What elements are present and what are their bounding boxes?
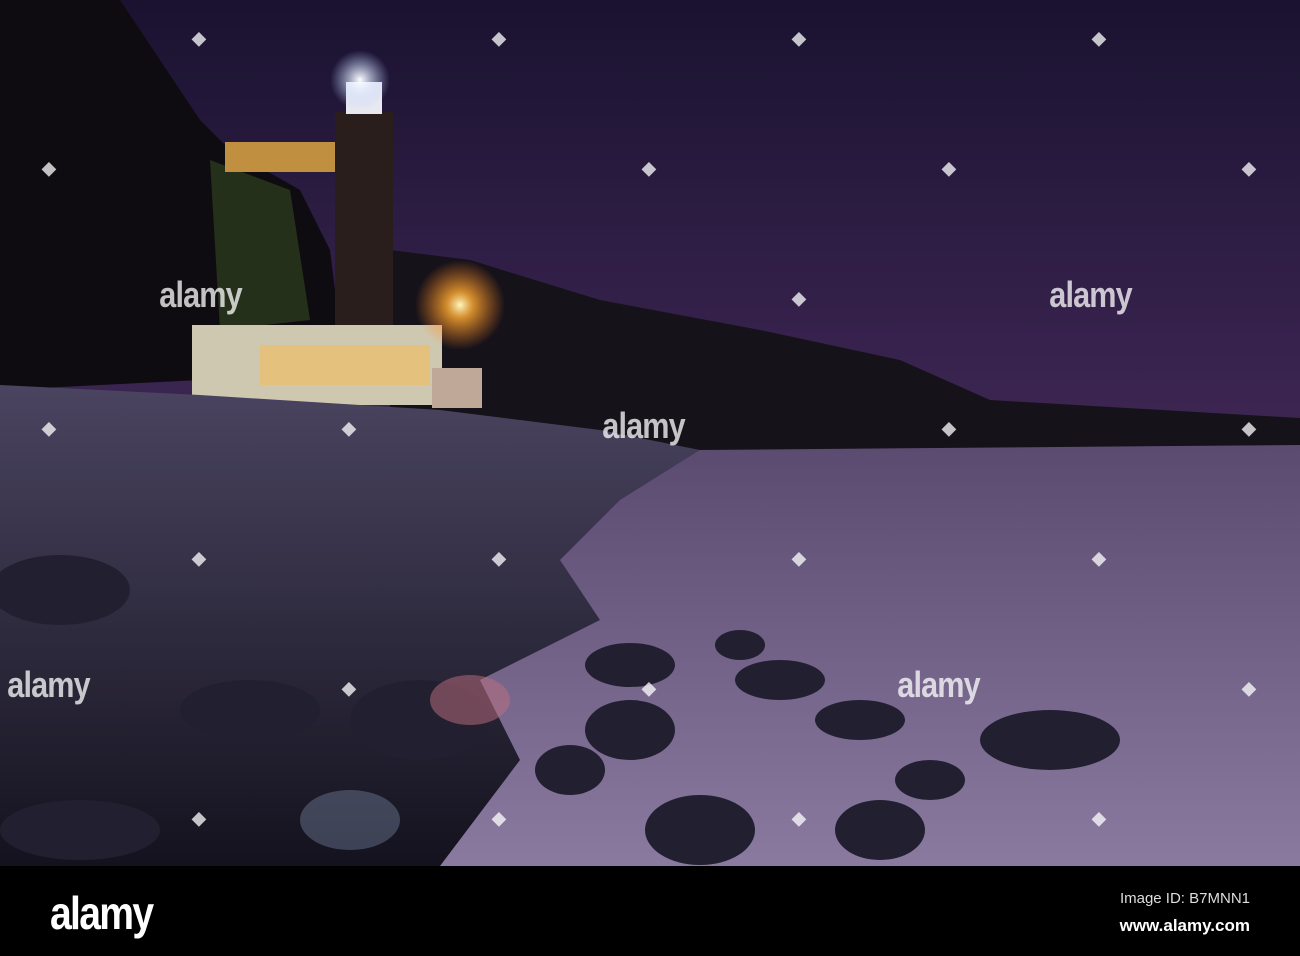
watermark-diamond: ◆ xyxy=(1092,28,1106,48)
footer-bar: alamy Image ID: B7MNN1 www.alamy.com xyxy=(0,866,1300,956)
watermark-diamond: ◆ xyxy=(492,548,506,568)
watermark-diamond: ◆ xyxy=(1092,548,1106,568)
watermark-diamond: ◆ xyxy=(42,418,56,438)
watermark-diamond: ◆ xyxy=(942,418,956,438)
watermark-diamond: ◆ xyxy=(642,678,656,698)
watermark-diamond: ◆ xyxy=(492,28,506,48)
watermark-diamond: ◆ xyxy=(792,28,806,48)
watermark-diamond: ◆ xyxy=(192,28,206,48)
watermark-diamond: ◆ xyxy=(1242,418,1256,438)
watermark: alamy xyxy=(897,664,980,705)
watermark: alamy xyxy=(602,405,685,446)
watermark-diamond: ◆ xyxy=(492,808,506,828)
stock-photo: alamy alamy alamy alamy alamy ◆ ◆ ◆ ◆ ◆ … xyxy=(0,0,1300,956)
watermark-diamond: ◆ xyxy=(1092,808,1106,828)
watermark-diamond: ◆ xyxy=(792,548,806,568)
alamy-logo: alamy xyxy=(50,887,154,939)
watermark-diamond: ◆ xyxy=(942,158,956,178)
watermark-diamond: ◆ xyxy=(792,288,806,308)
image-id: Image ID: B7MNN1 xyxy=(1119,890,1250,907)
watermark-diamond: ◆ xyxy=(792,808,806,828)
watermark-diamond: ◆ xyxy=(342,418,356,438)
watermark-diamond: ◆ xyxy=(342,678,356,698)
watermark: alamy xyxy=(7,664,90,705)
watermark: alamy xyxy=(1049,274,1132,315)
site-url: www.alamy.com xyxy=(1119,916,1250,935)
watermark-diamond: ◆ xyxy=(42,158,56,178)
watermark: alamy xyxy=(159,274,242,315)
watermark-diamond: ◆ xyxy=(192,548,206,568)
watermark-diamond: ◆ xyxy=(1242,678,1256,698)
watermark-diamond: ◆ xyxy=(192,808,206,828)
watermark-diamond: ◆ xyxy=(642,158,656,178)
watermark-diamond: ◆ xyxy=(1242,158,1256,178)
